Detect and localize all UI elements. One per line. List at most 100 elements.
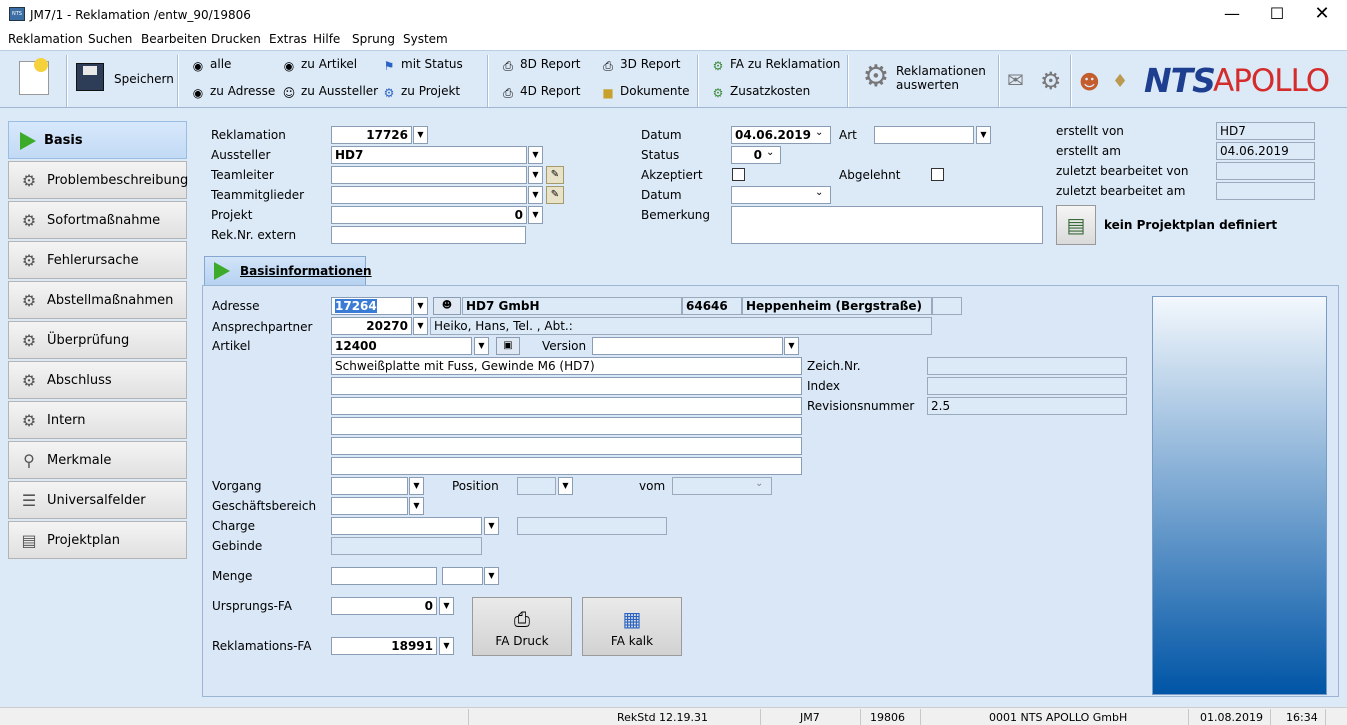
adresse-contact-icon[interactable]: ☻ [433, 297, 461, 315]
artikel-desc-line4[interactable] [331, 417, 802, 435]
menu-hilfe[interactable]: Hilfe [313, 32, 340, 46]
projekt-field[interactable]: 0 [331, 206, 527, 224]
vorgang-field[interactable] [331, 477, 408, 495]
close-button[interactable]: ✕ [1299, 0, 1345, 30]
aussteller-field[interactable]: HD7 [331, 146, 527, 164]
nav-abschluss[interactable]: ⚙ Abschluss [8, 361, 187, 399]
teamleiter-pin-icon[interactable]: ✎ [546, 166, 564, 184]
report-4d-button[interactable]: ⎙ 4D Report [500, 84, 580, 100]
art-dropdown[interactable]: ▼ [976, 126, 991, 144]
artikel-calendar-icon[interactable]: ▣ [496, 337, 520, 355]
position-field[interactable] [517, 477, 556, 495]
report-8d-button[interactable]: ⎙ 8D Report [500, 57, 580, 73]
nav-problembeschreibung[interactable]: ⚙ Problembeschreibung [8, 161, 188, 199]
nav-basis[interactable]: Basis [8, 121, 187, 159]
maximize-button[interactable]: ☐ [1254, 0, 1300, 30]
nav-abstellmassnahmen[interactable]: ⚙ Abstellmaßnahmen [8, 281, 187, 319]
charge-field[interactable] [331, 517, 482, 535]
reklamation-field[interactable]: 17726 [331, 126, 412, 144]
search-alle-button[interactable]: ◉ alle [190, 57, 232, 73]
vom-chevron-icon[interactable]: ⌄ [755, 478, 763, 489]
teamleiter-dropdown[interactable]: ▼ [528, 166, 543, 184]
ansprech-nr-field[interactable]: 20270 [331, 317, 412, 335]
version-dropdown[interactable]: ▼ [784, 337, 799, 355]
menu-system[interactable]: System [403, 32, 448, 46]
adresse-nr-field[interactable]: 17264 [331, 297, 412, 315]
charge-dropdown[interactable]: ▼ [484, 517, 499, 535]
nav-projektplan[interactable]: ▤ Projektplan [8, 521, 187, 559]
einheit-field[interactable] [442, 567, 483, 585]
tag-icon[interactable]: ♦ [1112, 70, 1136, 94]
artikel-dropdown[interactable]: ▼ [474, 337, 489, 355]
artikel-desc-line5[interactable] [331, 437, 802, 455]
search-projekt-button[interactable]: ⚙ zu Projekt [381, 84, 461, 100]
rekfa-field[interactable]: 18991 [331, 637, 437, 655]
dokumente-button[interactable]: ■ Dokumente [600, 84, 689, 100]
teamleiter-field[interactable] [331, 166, 527, 184]
bemerkung-field[interactable] [731, 206, 1043, 244]
minimize-button[interactable]: — [1209, 0, 1255, 30]
tab-basisinformationen[interactable]: Basisinformationen [204, 256, 372, 285]
rekfa-dropdown[interactable]: ▼ [439, 637, 454, 655]
teammitglieder-pin-icon[interactable]: ✎ [546, 186, 564, 204]
search-status-button[interactable]: ⚑ mit Status [381, 57, 463, 73]
position-dropdown[interactable]: ▼ [558, 477, 573, 495]
reklamation-dropdown[interactable]: ▼ [413, 126, 428, 144]
artikel-nr-field[interactable]: 12400 [331, 337, 472, 355]
geschaeft-dropdown[interactable]: ▼ [409, 497, 424, 515]
fa-druck-button[interactable]: ⎙ FA Druck [472, 597, 572, 656]
nav-sofortmassnahme[interactable]: ⚙ Sofortmaßnahme [8, 201, 187, 239]
art-field[interactable] [874, 126, 974, 144]
abgelehnt-checkbox[interactable] [931, 168, 944, 181]
settings-icon[interactable]: ⚙ [1040, 69, 1064, 93]
search-aussteller-button[interactable]: ☺ zu Aussteller [281, 84, 378, 100]
auswerten-line1[interactable]: Reklamationen [896, 64, 986, 78]
save-button[interactable]: Speichern [114, 72, 174, 86]
menu-drucken[interactable]: Drucken [211, 32, 261, 46]
menu-sprung[interactable]: Sprung [352, 32, 395, 46]
ursprung-dropdown[interactable]: ▼ [439, 597, 454, 615]
artikel-desc-line3[interactable] [331, 397, 802, 415]
geschaeft-field[interactable] [331, 497, 408, 515]
artikel-desc-line1[interactable]: Schweißplatte mit Fuss, Gewinde M6 (HD7) [331, 357, 802, 375]
artikel-desc-line2[interactable] [331, 377, 802, 395]
projektplan-button[interactable]: ▤ [1056, 205, 1096, 245]
ansprech-dropdown[interactable]: ▼ [413, 317, 428, 335]
search-artikel-button[interactable]: ◉ zu Artikel [281, 57, 357, 73]
teammitglieder-field[interactable] [331, 186, 527, 204]
nav-fehlerursache[interactable]: ⚙ Fehlerursache [8, 241, 187, 279]
projekt-dropdown[interactable]: ▼ [528, 206, 543, 224]
zusatzkosten-button[interactable]: ⚙ Zusatzkosten [710, 84, 811, 100]
einheit-dropdown[interactable]: ▼ [484, 567, 499, 585]
search-adresse-button[interactable]: ◉ zu Adresse [190, 84, 276, 100]
adresse-dropdown[interactable]: ▼ [413, 297, 428, 315]
new-document-icon[interactable] [19, 58, 49, 95]
menge-field[interactable] [331, 567, 437, 585]
status-chevron-icon[interactable]: ⌄ [766, 147, 774, 158]
fa-zu-reklamation-button[interactable]: ⚙ FA zu Reklamation [710, 57, 841, 73]
nav-ueberpruefung[interactable]: ⚙ Überprüfung [8, 321, 187, 359]
akzeptiert-checkbox[interactable] [732, 168, 745, 181]
nav-intern[interactable]: ⚙ Intern [8, 401, 187, 439]
menu-reklamation[interactable]: Reklamation [8, 32, 83, 46]
menu-bearbeiten[interactable]: Bearbeiten [141, 32, 207, 46]
nav-merkmale[interactable]: ⚲ Merkmale [8, 441, 187, 479]
fa-kalk-button[interactable]: ▦ FA kalk [582, 597, 682, 656]
auswerten-line2[interactable]: auswerten [896, 78, 959, 92]
artikel-desc-line6[interactable] [331, 457, 802, 475]
mail-icon[interactable]: ✉ [1007, 70, 1031, 90]
users-icon[interactable]: ☻ [1079, 70, 1103, 94]
aussteller-dropdown[interactable]: ▼ [528, 146, 543, 164]
menu-suchen[interactable]: Suchen [88, 32, 132, 46]
vorgang-dropdown[interactable]: ▼ [409, 477, 424, 495]
teammitglieder-dropdown[interactable]: ▼ [528, 186, 543, 204]
datum2-chevron-icon[interactable]: ⌄ [815, 187, 823, 198]
report-3d-button[interactable]: ⎙ 3D Report [600, 57, 680, 73]
menu-extras[interactable]: Extras [269, 32, 307, 46]
nav-universalfelder[interactable]: ☰ Universalfelder [8, 481, 187, 519]
datum-chevron-icon[interactable]: ⌄ [815, 127, 823, 138]
reknr-field[interactable] [331, 226, 526, 244]
version-field[interactable] [592, 337, 783, 355]
gears-icon[interactable]: ⚙ [860, 61, 892, 93]
ursprung-field[interactable]: 0 [331, 597, 437, 615]
